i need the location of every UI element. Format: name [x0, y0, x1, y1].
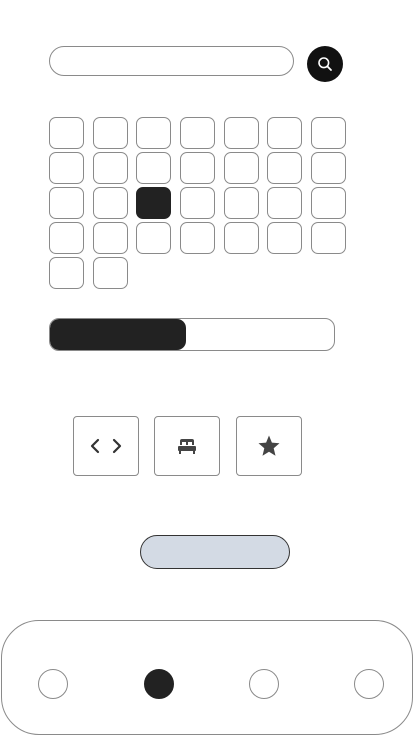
calendar-day-cell[interactable] [223, 152, 259, 184]
calendar-grid [49, 117, 346, 289]
calendar-day-cell[interactable] [92, 222, 128, 254]
calendar-day-cell[interactable] [49, 222, 84, 254]
calendar-day-cell-selected[interactable] [136, 187, 172, 219]
calendar-day-cell[interactable] [267, 152, 303, 184]
calendar-day-cell[interactable] [92, 152, 128, 184]
calendar-day-cell[interactable] [49, 257, 84, 289]
star-button[interactable] [236, 416, 302, 476]
calendar-day-cell[interactable] [179, 187, 215, 219]
progress-bar [49, 318, 335, 351]
calendar-day-cell[interactable] [179, 117, 215, 149]
calendar-day-cell[interactable] [310, 152, 346, 184]
calendar-day-cell[interactable] [136, 117, 172, 149]
search-icon [318, 57, 332, 71]
primary-button[interactable] [140, 535, 290, 569]
bed-button[interactable] [154, 416, 220, 476]
nav-item-2[interactable] [144, 669, 174, 699]
calendar-day-cell[interactable] [310, 187, 346, 219]
calendar-day-cell[interactable] [223, 187, 259, 219]
search-button[interactable] [307, 46, 343, 82]
calendar-day-cell[interactable] [92, 117, 128, 149]
bed-icon [178, 439, 196, 454]
calendar-day-cell[interactable] [310, 222, 346, 254]
calendar-day-cell[interactable] [92, 257, 128, 289]
nav-item-1[interactable] [38, 669, 68, 699]
calendar-day-cell[interactable] [179, 222, 215, 254]
page [0, 0, 414, 736]
calendar-day-cell[interactable] [49, 117, 84, 149]
calendar-day-cell[interactable] [267, 117, 303, 149]
calendar-day-cell[interactable] [92, 187, 128, 219]
calendar-day-cell[interactable] [267, 187, 303, 219]
nav-item-3[interactable] [249, 669, 279, 699]
code-icon [90, 438, 122, 454]
code-button[interactable] [73, 416, 139, 476]
calendar-day-cell[interactable] [310, 117, 346, 149]
calendar-day-cell[interactable] [49, 187, 84, 219]
progress-fill [50, 319, 187, 350]
calendar-day-cell[interactable] [49, 152, 84, 184]
calendar-day-cell[interactable] [136, 152, 172, 184]
star-icon [258, 435, 280, 456]
calendar-day-cell[interactable] [136, 222, 172, 254]
calendar-day-cell[interactable] [179, 152, 215, 184]
nav-item-4[interactable] [354, 669, 384, 699]
calendar-day-cell[interactable] [267, 222, 303, 254]
calendar-day-cell[interactable] [223, 222, 259, 254]
bottom-nav [1, 620, 413, 735]
search-input[interactable] [49, 46, 294, 76]
calendar-day-cell[interactable] [223, 117, 259, 149]
